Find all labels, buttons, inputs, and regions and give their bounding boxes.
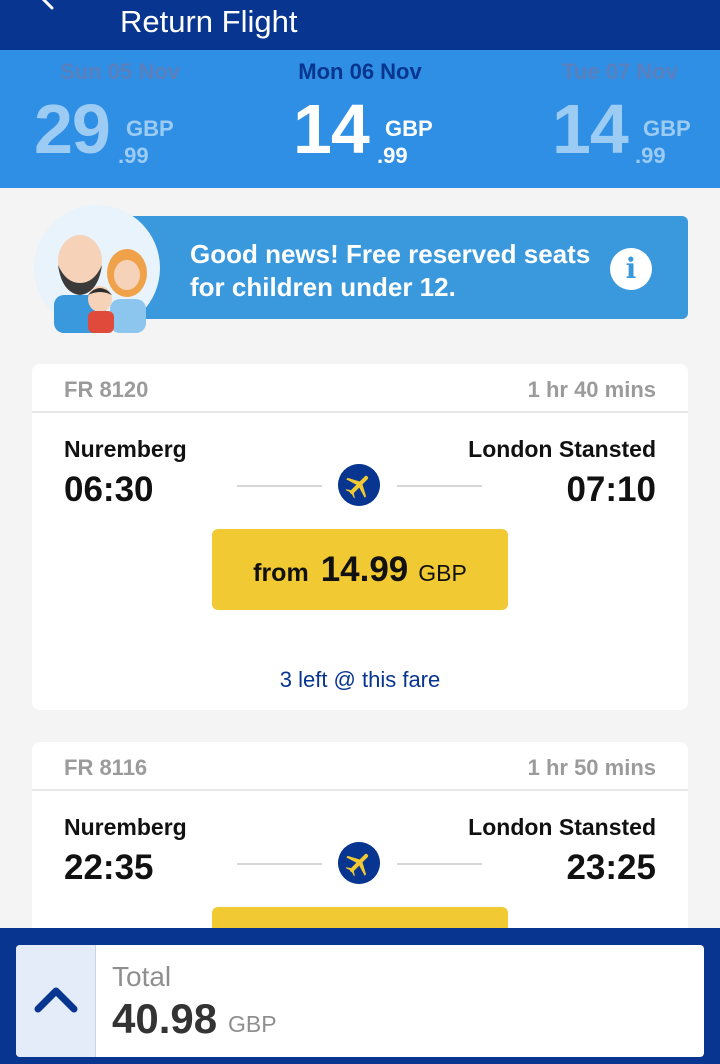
- total-amount: 40.98: [112, 995, 218, 1042]
- info-icon[interactable]: i: [610, 248, 652, 290]
- promo-banner[interactable]: Good news! Free reserved seats for child…: [110, 216, 688, 319]
- app-header: Return Flight: [0, 0, 720, 50]
- flight-card-header: FR 8120 1 hr 40 mins: [32, 364, 688, 413]
- flight-card[interactable]: FR 8120 1 hr 40 mins Nuremberg London St…: [32, 364, 688, 710]
- total-currency: GBP: [228, 1011, 277, 1037]
- destination-city: London Stansted: [468, 814, 656, 840]
- arrival-time: 23:25: [566, 848, 656, 887]
- departure-time: 22:35: [64, 848, 154, 887]
- family-illustration: [34, 205, 160, 333]
- price-currency: GBP: [126, 116, 174, 141]
- date-label: Sun 05 Nov: [60, 59, 180, 84]
- departure-time: 06:30: [64, 470, 154, 509]
- price-currency: GBP: [643, 116, 691, 141]
- plane-icon: [338, 842, 380, 884]
- route-line: [397, 485, 482, 487]
- expand-button[interactable]: [16, 945, 96, 1057]
- total-panel[interactable]: Total 40.98 GBP: [16, 945, 704, 1057]
- arrival-time: 07:10: [566, 470, 656, 509]
- date-option-mon[interactable]: Mon 06 Nov 14 GBP .99: [240, 50, 480, 188]
- flight-number: FR 8116: [64, 755, 148, 780]
- date-option-sun[interactable]: Sun 05 Nov 29 GBP .99: [0, 50, 240, 188]
- origin-city: Nuremberg: [64, 436, 187, 462]
- chevron-up-icon: [34, 987, 78, 1013]
- promo-text: Good news! Free reserved seats for child…: [190, 239, 591, 302]
- date-label: Mon 06 Nov: [298, 59, 422, 84]
- back-arrow-icon[interactable]: [38, 0, 68, 14]
- total-bar: Total 40.98 GBP: [0, 928, 720, 1064]
- destination-city: London Stansted: [468, 436, 656, 462]
- price-currency: GBP: [385, 116, 433, 141]
- price-prefix: from: [253, 559, 309, 587]
- seats-left-note: 3 left @ this fare: [279, 667, 441, 692]
- price-cents: .99: [118, 143, 149, 168]
- price-whole: 14: [552, 90, 629, 168]
- flight-duration: 1 hr 50 mins: [527, 755, 656, 780]
- fare-price: 14.99: [320, 550, 409, 589]
- fare-currency: GBP: [418, 560, 467, 586]
- flight-number: FR 8120: [64, 377, 149, 402]
- plane-icon: [338, 464, 380, 506]
- date-label: Tue 07 Nov: [562, 59, 678, 84]
- price-cents: .99: [635, 143, 666, 168]
- route-line: [397, 863, 482, 865]
- price-cents: .99: [377, 143, 408, 168]
- date-option-tue[interactable]: Tue 07 Nov 14 GBP .99: [480, 50, 720, 188]
- flight-card-header: FR 8116 1 hr 50 mins: [32, 742, 688, 791]
- date-selector: Sun 05 Nov 29 GBP .99 Mon 06 Nov 14 GBP …: [0, 50, 720, 188]
- route-line: [237, 863, 322, 865]
- price-whole: 14: [293, 90, 370, 168]
- page-title: Return Flight: [120, 4, 298, 39]
- route-line: [237, 485, 322, 487]
- total-label: Total: [112, 961, 172, 992]
- select-fare-button[interactable]: from 14.99 GBP: [212, 529, 508, 610]
- flight-duration: 1 hr 40 mins: [527, 377, 656, 402]
- origin-city: Nuremberg: [64, 814, 187, 840]
- price-whole: 29: [34, 90, 111, 168]
